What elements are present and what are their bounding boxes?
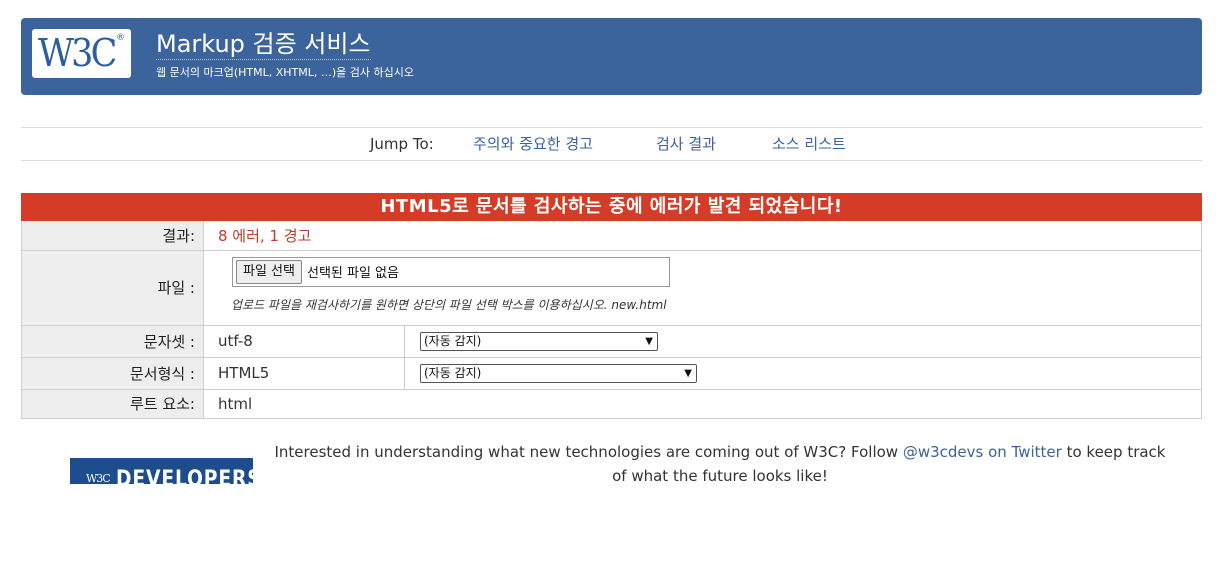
w3c-developers-logo[interactable]: W3C DEVELOPERS: [70, 458, 253, 484]
badge-w3c-text: W3C: [86, 472, 111, 484]
footer-text-before: Interested in understanding what new tec…: [274, 443, 903, 461]
file-row: 파일 : 파일 선택 선택된 파일 없음 업로드 파일을 재검사하기를 원하면 …: [21, 250, 1202, 326]
file-select-button[interactable]: 파일 선택: [236, 259, 302, 284]
error-heading: HTML5로 문서를 검사하는 중에 에러가 발견 되었습니다!: [21, 193, 1202, 221]
jump-link-source[interactable]: 소스 리스트: [772, 128, 846, 160]
doctype-select-value: (자동 감지): [424, 365, 482, 380]
doctype-label: 문서형식 :: [21, 357, 204, 390]
doctype-row: 문서형식 : HTML5 (자동 감지) ▼: [21, 357, 1202, 390]
jump-to-nav: Jump To: 주의와 중요한 경고 검사 결과 소스 리스트: [21, 127, 1202, 161]
charset-select-value: (자동 감지): [424, 333, 482, 348]
page-title[interactable]: Markup 검증 서비스: [156, 29, 371, 60]
jump-link-results[interactable]: 검사 결과: [656, 128, 716, 160]
badge-developers-text: DEVELOPERS: [116, 467, 253, 484]
chevron-down-icon: ▼: [645, 335, 653, 347]
page-subtitle: 웹 문서의 마크업(HTML, XHTML, …)을 검사 하십시오: [156, 66, 414, 79]
charset-value: utf-8: [203, 325, 405, 358]
file-hint: 업로드 파일을 재검사하기를 원하면 상단의 파일 선택 박스를 이용하십시오.…: [231, 297, 667, 312]
charset-label: 문자셋 :: [21, 325, 204, 358]
charset-row: 문자셋 : utf-8 (자동 감지) ▼: [21, 325, 1202, 358]
jump-to-label: Jump To:: [370, 135, 434, 153]
doctype-value: HTML5: [203, 357, 405, 390]
footer-message: Interested in understanding what new tec…: [270, 440, 1170, 488]
doctype-select[interactable]: (자동 감지) ▼: [420, 363, 697, 383]
results-table: 결과: 8 에러, 1 경고 파일 : 파일 선택 선택된 파일 없음 업로드 …: [21, 221, 1202, 419]
root-value: html: [203, 389, 1202, 419]
file-none-text: 선택된 파일 없음: [306, 266, 399, 281]
root-label: 루트 요소:: [21, 389, 204, 419]
result-value: 8 에러, 1 경고: [218, 226, 312, 245]
result-row: 결과: 8 에러, 1 경고: [21, 221, 1202, 251]
w3c-logo[interactable]: W3C ®: [32, 29, 131, 78]
twitter-link[interactable]: @w3cdevs on Twitter: [903, 443, 1062, 461]
file-input[interactable]: 파일 선택 선택된 파일 없음: [232, 256, 670, 287]
result-label: 결과:: [21, 221, 204, 251]
header-banner: W3C ® Markup 검증 서비스 웹 문서의 마크업(HTML, XHTM…: [21, 18, 1202, 95]
logo-text: W3C: [38, 31, 117, 75]
chevron-down-icon: ▼: [684, 367, 692, 379]
root-row: 루트 요소: html: [21, 389, 1202, 419]
file-label: 파일 :: [21, 250, 204, 326]
charset-select[interactable]: (자동 감지) ▼: [420, 331, 658, 351]
jump-link-warnings[interactable]: 주의와 중요한 경고: [473, 128, 593, 160]
logo-registered-mark: ®: [116, 33, 125, 43]
